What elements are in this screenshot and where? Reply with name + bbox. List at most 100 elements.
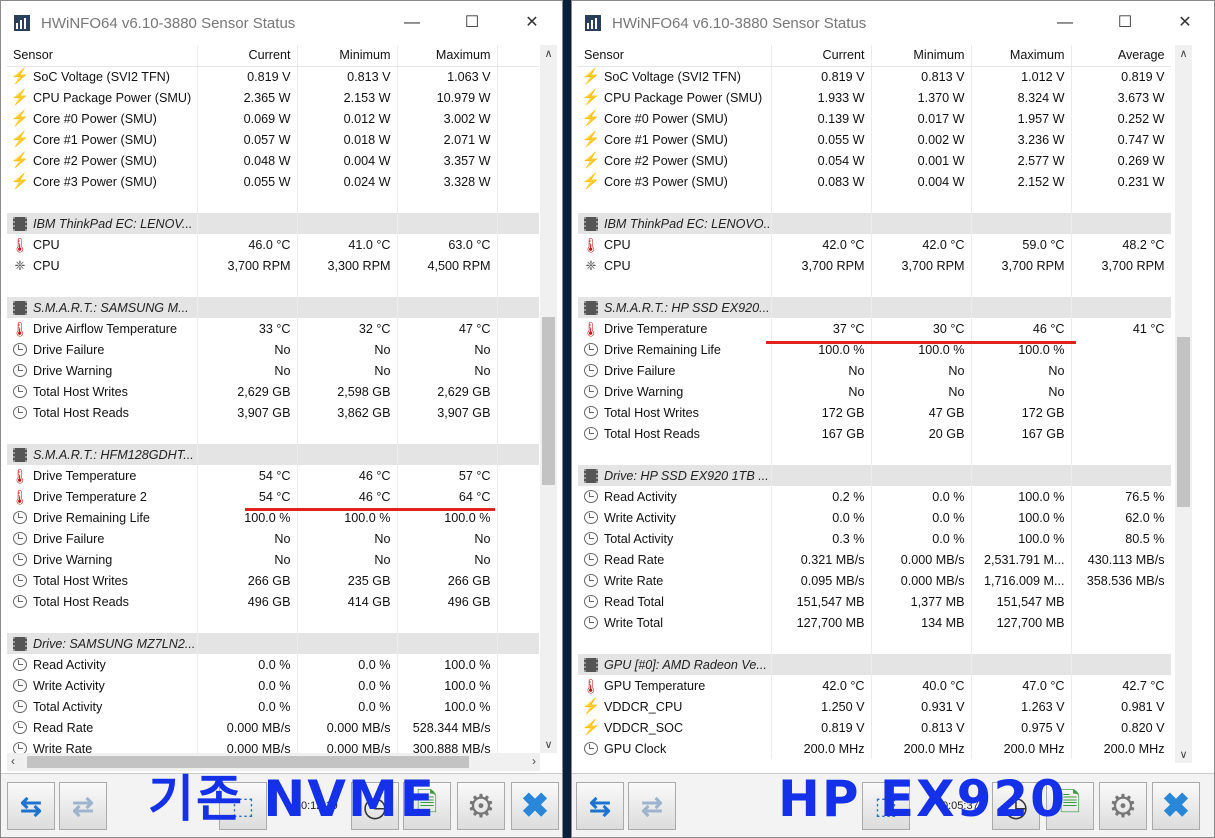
collapse-arrows-button[interactable]: ⇄: [628, 782, 676, 830]
minimize-button[interactable]: —: [1050, 9, 1080, 37]
sensor-row[interactable]: Total Activity 0.0 % 0.0 % 100.0 %: [7, 696, 539, 717]
sensor-row[interactable]: 🌡 Drive Temperature 2 54 °C 46 °C 64 °C: [7, 486, 539, 507]
sensor-row[interactable]: 🌡 Drive Temperature 37 °C 30 °C 46 °C 41 °C: [578, 318, 1171, 339]
title-bar[interactable]: HWiNFO64 v6.10-3880 Sensor Status — ☐ ✕: [572, 1, 1214, 45]
sensor-row[interactable]: Read Rate 0.321 MB/s 0.000 MB/s 2,531.791 M…: [578, 549, 1171, 570]
column-header[interactable]: Average: [1071, 45, 1171, 67]
sensor-row[interactable]: Read Activity 0.2 % 0.0 % 100.0 % 76.5 %: [578, 486, 1171, 507]
current-value: 2.365 W: [197, 87, 298, 108]
horizontal-scrollbar[interactable]: ‹ ›: [7, 753, 540, 771]
scroll-left-arrow[interactable]: ‹: [11, 754, 15, 768]
sensor-group-row[interactable]: IBM ThinkPad EC: LENOV...: [7, 213, 539, 234]
exit-button[interactable]: ✖: [511, 782, 559, 830]
scrollbar-thumb[interactable]: [1177, 337, 1190, 507]
sensor-row[interactable]: Read Rate 0.000 MB/s 0.000 MB/s 528.344 MB/…: [7, 717, 539, 738]
sensor-row[interactable]: 🌡 CPU 42.0 °C 42.0 °C 59.0 °C 48.2 °C: [578, 234, 1171, 255]
sensor-row[interactable]: Total Host Reads 167 GB 20 GB 167 GB: [578, 423, 1171, 444]
sensor-name-cell: Drive Remaining Life: [7, 507, 198, 528]
sensor-row[interactable]: Total Host Reads 3,907 GB 3,862 GB 3,907 GB: [7, 402, 539, 423]
sensor-row[interactable]: ⚡ Core #1 Power (SMU) 0.055 W 0.002 W 3.236 …: [578, 129, 1171, 150]
sensor-row[interactable]: ⚡ Core #1 Power (SMU) 0.057 W 0.018 W 2.071 …: [7, 129, 539, 150]
scroll-right-arrow[interactable]: ›: [532, 754, 536, 768]
sensor-group-row[interactable]: S.M.A.R.T.: SAMSUNG M...: [7, 297, 539, 318]
sensor-group-row[interactable]: S.M.A.R.T.: HFM128GDHT...: [7, 444, 539, 465]
expand-arrows-button[interactable]: ⇆: [576, 782, 624, 830]
sensor-row[interactable]: 🌡 CPU 46.0 °C 41.0 °C 63.0 °C: [7, 234, 539, 255]
column-header[interactable]: Current: [771, 45, 872, 67]
sensor-row[interactable]: ⚡ SoC Voltage (SVI2 TFN) 0.819 V 0.813 V 1.0…: [578, 66, 1171, 87]
sensor-row[interactable]: ⚡ Core #0 Power (SMU) 0.069 W 0.012 W 3.002 …: [7, 108, 539, 129]
sensor-row[interactable]: 🌡 Drive Temperature 54 °C 46 °C 57 °C: [7, 465, 539, 486]
sensor-row[interactable]: Write Rate 0.095 MB/s 0.000 MB/s 1,716.009 …: [578, 570, 1171, 591]
sensor-row[interactable]: Read Total 151,547 MB 1,377 MB 151,547 MB: [578, 591, 1171, 612]
sensor-list[interactable]: Sensor Current Minimum Maximum ⚡ SoC Voltage…: [7, 45, 539, 755]
sensor-row[interactable]: ⚡ CPU Package Power (SMU) 1.933 W 1.370 W 8.…: [578, 87, 1171, 108]
scroll-down-arrow[interactable]: ∨: [540, 738, 557, 751]
sensor-row[interactable]: ⚡ VDDCR_CPU 1.250 V 0.931 V 1.263 V 0.981 V: [578, 696, 1171, 717]
exit-button[interactable]: ✖: [1152, 782, 1200, 830]
minimize-button[interactable]: —: [397, 9, 427, 37]
maximize-button[interactable]: ☐: [457, 9, 487, 37]
sensor-row[interactable]: Total Host Reads 496 GB 414 GB 496 GB: [7, 591, 539, 612]
sensor-row[interactable]: Total Host Writes 2,629 GB 2,598 GB 2,629 G…: [7, 381, 539, 402]
vertical-scrollbar[interactable]: ∧ ∨: [1175, 45, 1192, 763]
column-header-row[interactable]: Sensor Current Minimum Maximum Average: [578, 45, 1171, 67]
sensor-row[interactable]: ⚡ Core #3 Power (SMU) 0.055 W 0.024 W 3.328 …: [7, 171, 539, 192]
sensor-row[interactable]: ⚡ Core #2 Power (SMU) 0.048 W 0.004 W 3.357 …: [7, 150, 539, 171]
settings-button[interactable]: ⚙: [457, 782, 505, 830]
sensor-row[interactable]: Write Activity 0.0 % 0.0 % 100.0 %: [7, 675, 539, 696]
sensor-row[interactable]: Drive Failure No No No: [7, 528, 539, 549]
scroll-up-arrow[interactable]: ∧: [1175, 47, 1192, 60]
sensor-group-row[interactable]: GPU [#0]: AMD Radeon Ve...: [578, 654, 1171, 675]
sensor-row[interactable]: Drive Warning No No No: [7, 360, 539, 381]
column-header[interactable]: Sensor: [578, 45, 772, 67]
vertical-scrollbar[interactable]: ∧ ∨: [540, 45, 557, 753]
sensor-row[interactable]: ⚡ CPU Package Power (SMU) 2.365 W 2.153 W 10…: [7, 87, 539, 108]
sensor-row[interactable]: ⚡ Core #0 Power (SMU) 0.139 W 0.017 W 1.957 …: [578, 108, 1171, 129]
maximize-button[interactable]: ☐: [1110, 9, 1140, 37]
sensor-row[interactable]: GPU Clock 200.0 MHz 200.0 MHz 200.0 MHz 200.…: [578, 738, 1171, 759]
close-button[interactable]: ✕: [1170, 9, 1200, 37]
title-bar[interactable]: HWiNFO64 v6.10-3880 Sensor Status — ☐ ✕: [1, 1, 562, 45]
sensor-row[interactable]: ❈ CPU 3,700 RPM3,300 RPM4,500 RPM3: [7, 255, 539, 276]
sensor-row[interactable]: Read Activity 0.0 % 0.0 % 100.0 %: [7, 654, 539, 675]
sensor-row[interactable]: 🌡 GPU Temperature 42.0 °C 40.0 °C 47.0 °C 42.…: [578, 675, 1171, 696]
sensor-row[interactable]: Drive Warning No No No: [578, 381, 1171, 402]
arrows-icon: ⇆: [589, 790, 611, 821]
sensor-group-row[interactable]: Drive: SAMSUNG MZ7LN2...: [7, 633, 539, 654]
column-header[interactable]: Minimum: [297, 45, 398, 67]
column-header[interactable]: Maximum: [971, 45, 1072, 67]
scrollbar-thumb[interactable]: [542, 317, 555, 485]
sensor-row[interactable]: Total Host Writes 172 GB 47 GB 172 GB: [578, 402, 1171, 423]
column-header[interactable]: Minimum: [871, 45, 972, 67]
sensor-row[interactable]: Drive Warning No No No: [7, 549, 539, 570]
sensor-row[interactable]: Drive Failure No No No: [578, 360, 1171, 381]
sensor-row[interactable]: Write Activity 0.0 % 0.0 % 100.0 % 62.0 %: [578, 507, 1171, 528]
column-header-row[interactable]: Sensor Current Minimum Maximum: [7, 45, 539, 67]
sensor-group-row[interactable]: Drive: HP SSD EX920 1TB ...: [578, 465, 1171, 486]
column-header[interactable]: Maximum: [397, 45, 498, 67]
expand-arrows-button[interactable]: ⇆: [7, 782, 55, 830]
sensor-group-row[interactable]: IBM ThinkPad EC: LENOVO...: [578, 213, 1171, 234]
sensor-list[interactable]: Sensor Current Minimum Maximum Average ⚡ SoC …: [578, 45, 1171, 763]
sensor-row[interactable]: Total Host Writes 266 GB 235 GB 266 GB: [7, 570, 539, 591]
scroll-up-arrow[interactable]: ∧: [540, 47, 557, 60]
sensor-row[interactable]: Write Total 127,700 MB 134 MB 127,700 MB: [578, 612, 1171, 633]
scroll-down-arrow[interactable]: ∨: [1175, 748, 1192, 761]
column-header[interactable]: Current: [197, 45, 298, 67]
sensor-group-row[interactable]: S.M.A.R.T.: HP SSD EX920...: [578, 297, 1171, 318]
settings-button[interactable]: ⚙: [1099, 782, 1147, 830]
column-header[interactable]: [497, 45, 539, 67]
sensor-row[interactable]: Drive Failure No No No: [7, 339, 539, 360]
hscrollbar-thumb[interactable]: [27, 756, 469, 768]
sensor-row[interactable]: Total Activity 0.3 % 0.0 % 100.0 % 80.5 %: [578, 528, 1171, 549]
column-header[interactable]: Sensor: [7, 45, 198, 67]
sensor-row[interactable]: ⚡ SoC Voltage (SVI2 TFN) 0.819 V 0.813 V 1.0…: [7, 66, 539, 87]
sensor-row[interactable]: ⚡ Core #2 Power (SMU) 0.054 W 0.001 W 2.577 …: [578, 150, 1171, 171]
collapse-arrows-button[interactable]: ⇄: [59, 782, 107, 830]
sensor-row[interactable]: 🌡 Drive Airflow Temperature 33 °C 32 °C 47 °…: [7, 318, 539, 339]
close-button[interactable]: ✕: [517, 9, 547, 37]
sensor-row[interactable]: ⚡ VDDCR_SOC 0.819 V 0.813 V 0.975 V 0.820 V: [578, 717, 1171, 738]
sensor-row[interactable]: ❈ CPU 3,700 RPM 3,700 RPM 3,700 RPM 3,700 RPM: [578, 255, 1171, 276]
sensor-row[interactable]: ⚡ Core #3 Power (SMU) 0.083 W 0.004 W 2.152 …: [578, 171, 1171, 192]
